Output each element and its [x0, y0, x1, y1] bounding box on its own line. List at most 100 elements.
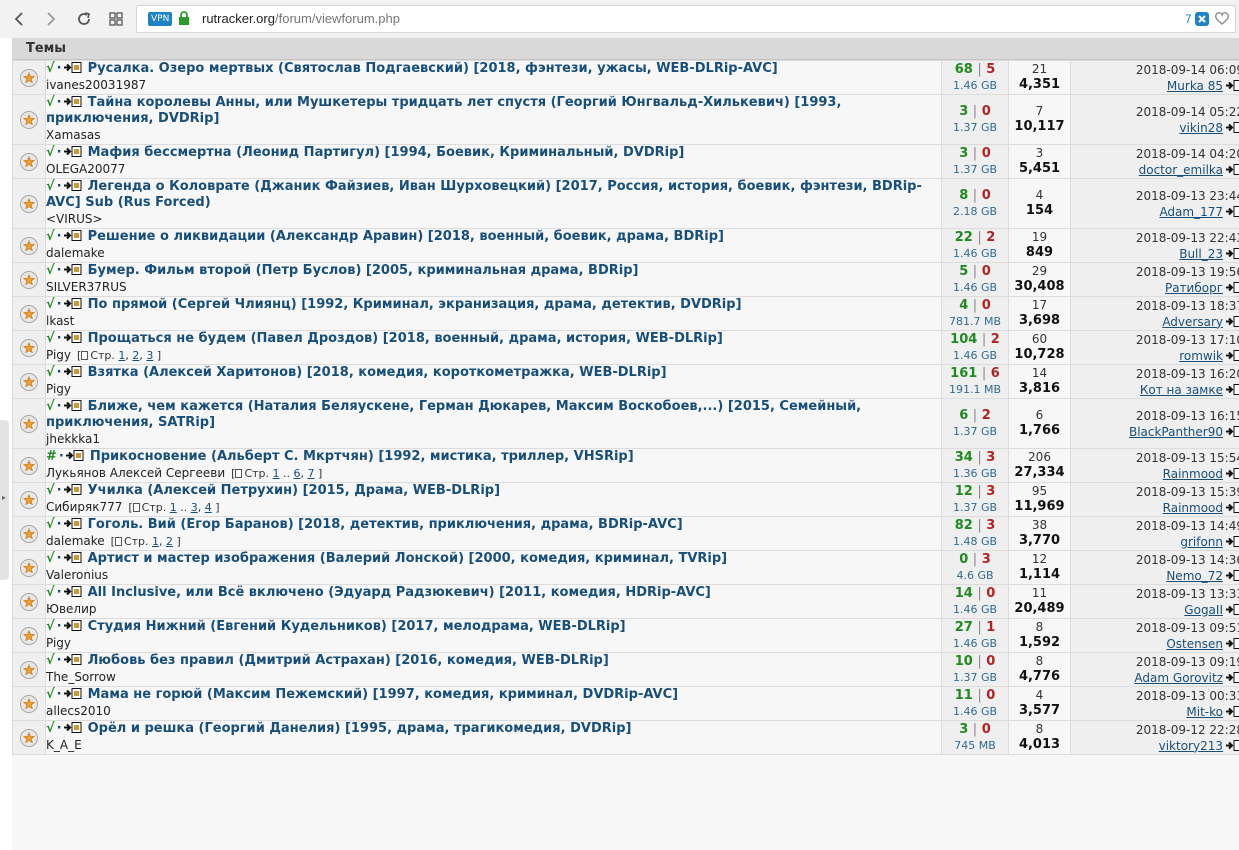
page-link[interactable]: 2	[166, 535, 173, 548]
page-link[interactable]: 3	[191, 501, 198, 514]
last-post-user[interactable]: Bull_23	[1179, 247, 1223, 261]
page-link[interactable]: 4	[205, 501, 212, 514]
last-post-link-icon[interactable]	[1223, 247, 1239, 261]
download-icon[interactable]	[63, 551, 88, 566]
last-post-user[interactable]: vikin28	[1179, 121, 1223, 135]
adblock-icon[interactable]	[1195, 12, 1209, 26]
last-post-link-icon[interactable]	[1223, 79, 1239, 93]
page-link[interactable]: 1	[152, 535, 159, 548]
last-post-link-icon[interactable]	[1223, 121, 1239, 135]
topic-title-link[interactable]: Тайна королевы Анны, или Мушкетеры тридц…	[46, 95, 841, 126]
topic-title-link[interactable]: Прикосновение (Альберт С. Мкртчян) [1992…	[90, 449, 634, 464]
topic-title-link[interactable]: Взятка (Алексей Харитонов) [2018, комеди…	[88, 365, 667, 380]
topic-author[interactable]: SILVER37RUS	[46, 280, 127, 294]
last-post-link-icon[interactable]	[1223, 569, 1239, 583]
page-link[interactable]: 1	[170, 501, 177, 514]
download-icon[interactable]	[63, 145, 88, 160]
last-post-user[interactable]: Nemo_72	[1166, 569, 1223, 583]
last-post-user[interactable]: Adam_177	[1159, 205, 1223, 219]
last-post-user[interactable]: Adversary	[1162, 315, 1223, 329]
download-icon[interactable]	[63, 229, 88, 244]
last-post-link-icon[interactable]	[1223, 535, 1239, 549]
topic-title-link[interactable]: All Inclusive, или Всё включено (Эдуард …	[88, 585, 711, 600]
last-post-link-icon[interactable]	[1223, 163, 1239, 177]
back-button[interactable]	[8, 7, 32, 31]
url-text[interactable]: rutracker.org/forum/viewforum.php	[202, 6, 400, 32]
topic-author[interactable]: jhekkka1	[46, 432, 100, 446]
topic-author[interactable]: dalemake	[46, 534, 105, 548]
download-icon[interactable]	[63, 263, 88, 278]
last-post-user[interactable]: doctor_emilka	[1139, 163, 1223, 177]
topic-title-link[interactable]: Мама не горюй (Максим Пежемский) [1997, …	[88, 687, 678, 702]
last-post-user[interactable]: GogaII	[1184, 603, 1223, 617]
download-icon[interactable]	[63, 585, 88, 600]
topic-author[interactable]: allecs2010	[46, 704, 111, 718]
topic-title-link[interactable]: По прямой (Сергей Члиянц) [1992, Кримина…	[88, 297, 742, 312]
topic-author[interactable]: lkast	[46, 314, 74, 328]
last-post-link-icon[interactable]	[1223, 671, 1239, 685]
download-icon[interactable]	[63, 483, 88, 498]
topic-title-link[interactable]: Студия Нижний (Евгений Кудельников) [201…	[88, 619, 626, 634]
last-post-user[interactable]: Ратиборг	[1165, 281, 1223, 295]
topic-author[interactable]: The_Sorrow	[46, 670, 116, 684]
lock-icon[interactable]	[178, 11, 190, 26]
download-icon[interactable]	[63, 365, 88, 380]
download-icon[interactable]	[63, 297, 88, 312]
topic-title-link[interactable]: Ближе, чем кажется (Наталия Беляускене, …	[46, 399, 861, 430]
last-post-link-icon[interactable]	[1223, 383, 1239, 397]
topic-title-link[interactable]: Училка (Алексей Петрухин) [2015, Драма, …	[88, 483, 500, 498]
page-link[interactable]: 2	[132, 349, 139, 362]
topic-title-link[interactable]: Мафия бессмертна (Леонид Партигул) [1994…	[88, 145, 685, 160]
topic-author[interactable]: OLEGA20077	[46, 162, 125, 176]
topic-author[interactable]: Valeronius	[46, 568, 108, 582]
topic-title-link[interactable]: Орёл и решка (Георгий Данелия) [1995, др…	[88, 721, 632, 736]
last-post-link-icon[interactable]	[1223, 349, 1239, 363]
download-icon[interactable]	[63, 517, 88, 532]
last-post-link-icon[interactable]	[1223, 467, 1239, 481]
last-post-user[interactable]: grifonn	[1180, 535, 1223, 549]
last-post-user[interactable]: Murka 85	[1167, 79, 1223, 93]
topic-author[interactable]: K_A_E	[46, 738, 82, 752]
sidebar-expand-icon[interactable]: ▸	[2, 494, 6, 502]
topic-author[interactable]: Лукьянов Алексей Сергееви	[46, 466, 225, 480]
last-post-link-icon[interactable]	[1223, 281, 1239, 295]
vpn-badge[interactable]: VPN	[148, 12, 173, 26]
last-post-link-icon[interactable]	[1223, 501, 1239, 515]
topic-title-link[interactable]: Русалка. Озеро мертвых (Святослав Подгае…	[88, 61, 778, 76]
topic-title-link[interactable]: Гоголь. Вий (Егор Баранов) [2018, детект…	[88, 517, 683, 532]
speed-dial-button[interactable]	[104, 7, 128, 31]
topic-title-link[interactable]: Легенда о Коловрате (Джаник Файзиев, Ива…	[46, 179, 922, 210]
page-link[interactable]: 7	[308, 467, 315, 480]
last-post-link-icon[interactable]	[1223, 637, 1239, 651]
forward-button[interactable]	[38, 7, 62, 31]
download-icon[interactable]	[63, 331, 88, 346]
topic-title-link[interactable]: Бумер. Фильм второй (Петр Буслов) [2005,…	[88, 263, 639, 278]
last-post-user[interactable]: Rainmood	[1163, 501, 1223, 515]
topic-author[interactable]: Xamasas	[46, 128, 100, 142]
topic-author[interactable]: Pigy	[46, 382, 71, 396]
last-post-link-icon[interactable]	[1223, 603, 1239, 617]
heart-bookmark-icon[interactable]	[1214, 11, 1230, 26]
topic-author[interactable]: Ювелир	[46, 602, 97, 616]
download-icon[interactable]	[63, 721, 88, 736]
last-post-link-icon[interactable]	[1223, 315, 1239, 329]
topic-title-link[interactable]: Решение о ликвидации (Александр Аравин) …	[88, 229, 724, 244]
download-icon[interactable]	[63, 399, 88, 414]
page-link[interactable]: 6	[294, 467, 301, 480]
topic-title-link[interactable]: Прощаться не будем (Павел Дроздов) [2018…	[88, 331, 723, 346]
last-post-user[interactable]: Rainmood	[1163, 467, 1223, 481]
last-post-user[interactable]: viktory213	[1159, 739, 1223, 753]
last-post-user[interactable]: Mit-ko	[1186, 705, 1223, 719]
topic-title-link[interactable]: Артист и мастер изображения (Валерий Лон…	[88, 551, 727, 566]
last-post-user[interactable]: BlackPanther90	[1129, 425, 1223, 439]
last-post-user[interactable]: Ostensen	[1166, 637, 1223, 651]
reload-button[interactable]	[72, 7, 96, 31]
last-post-link-icon[interactable]	[1223, 705, 1239, 719]
address-bar[interactable]: VPN rutracker.org/forum/viewforum.php 7	[136, 5, 1236, 33]
download-icon[interactable]	[65, 449, 90, 464]
download-icon[interactable]	[63, 61, 88, 76]
topic-author[interactable]: Сибиряк777	[46, 500, 122, 514]
download-icon[interactable]	[63, 619, 88, 634]
page-link[interactable]: 1	[118, 349, 125, 362]
topic-author[interactable]: Pigy	[46, 636, 71, 650]
